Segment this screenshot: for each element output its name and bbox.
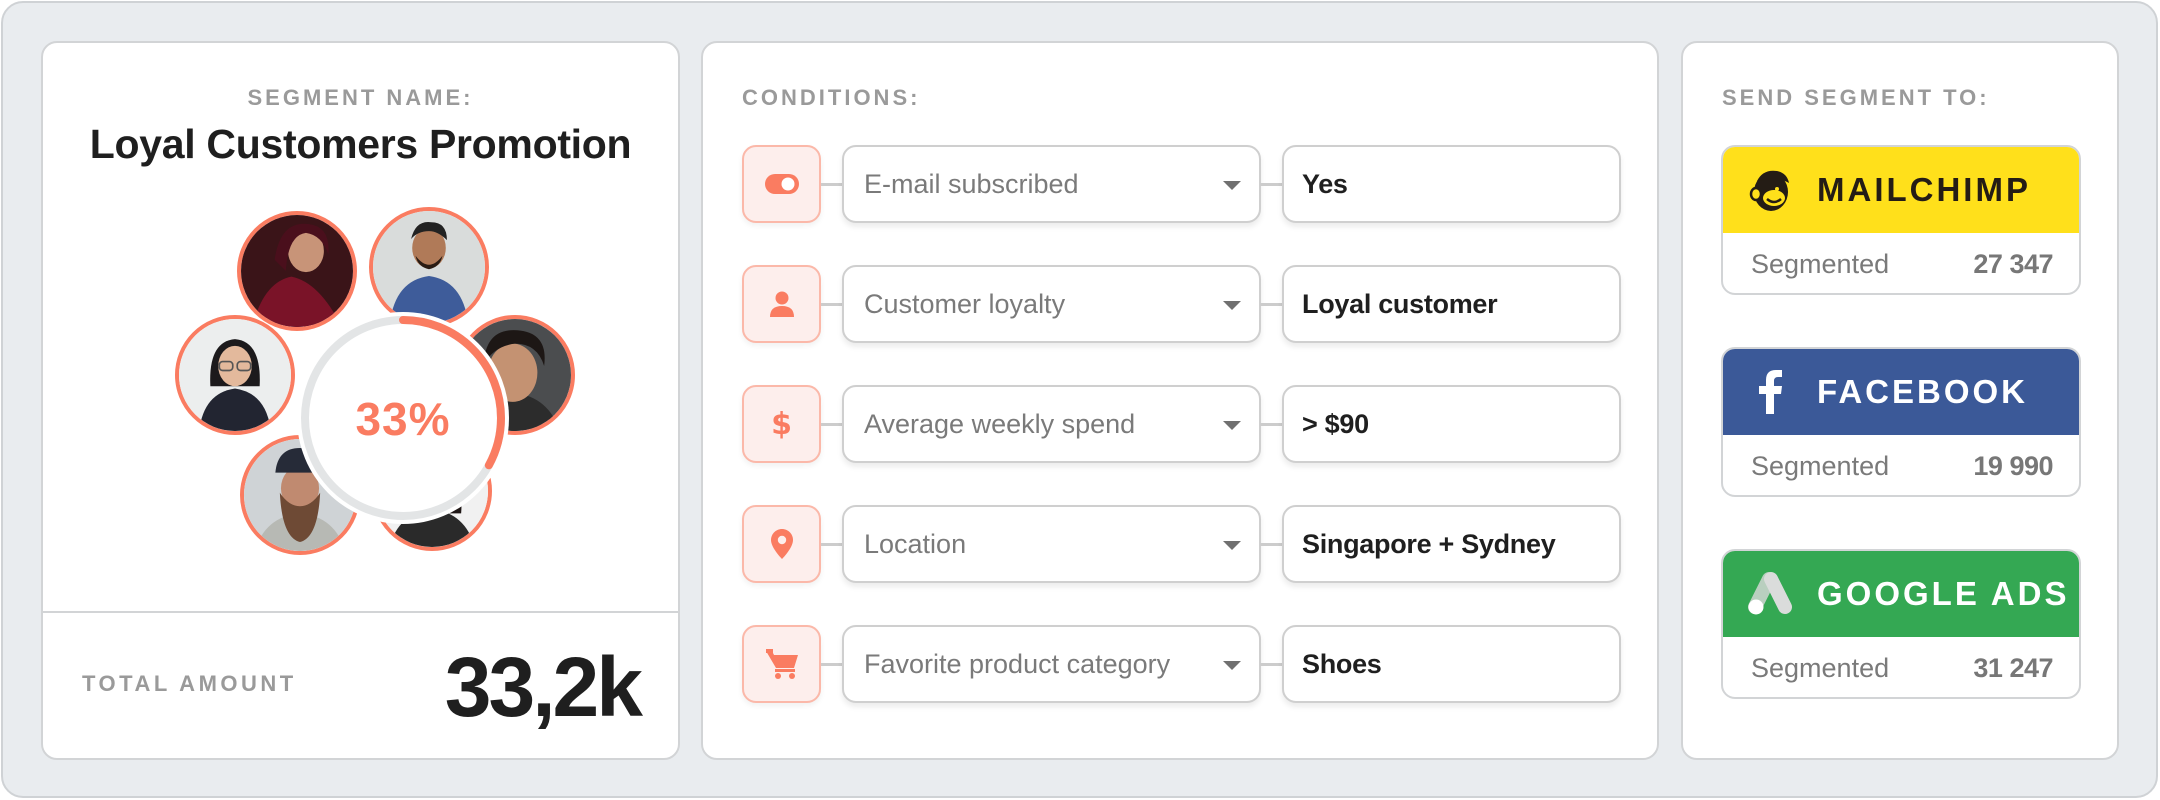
connector-line bbox=[1260, 183, 1282, 186]
send-segment-label: SEND SEGMENT TO: bbox=[1722, 85, 1990, 110]
destination-facebook[interactable]: FACEBOOK Segmented 19 990 bbox=[1721, 347, 2081, 497]
connector-line bbox=[821, 663, 842, 666]
destination-name: MAILCHIMP bbox=[1817, 171, 2031, 208]
destination-header: MAILCHIMP bbox=[1723, 147, 2079, 233]
toggle-icon bbox=[764, 174, 799, 194]
chevron-down-icon bbox=[1223, 301, 1241, 310]
connector-line bbox=[1260, 663, 1282, 666]
connector-line bbox=[821, 183, 842, 186]
condition-field-select[interactable]: Average weekly spend bbox=[842, 385, 1261, 463]
segmented-count: 31 247 bbox=[1973, 652, 2053, 683]
condition-type-button[interactable] bbox=[742, 265, 821, 343]
avatar bbox=[175, 315, 295, 435]
segmented-label: Segmented bbox=[1751, 248, 1890, 279]
dollar-icon: $ bbox=[771, 406, 792, 442]
facebook-logo-icon bbox=[1747, 368, 1795, 416]
chevron-down-icon bbox=[1223, 421, 1241, 430]
chevron-down-icon bbox=[1223, 541, 1241, 550]
conditions-label: CONDITIONS: bbox=[742, 85, 921, 110]
user-icon bbox=[769, 291, 794, 317]
condition-field-select[interactable]: Location bbox=[842, 505, 1261, 583]
condition-row: Customer loyalty Loyal customer bbox=[742, 265, 1622, 343]
total-amount-label: TOTAL AMOUNT bbox=[82, 671, 297, 696]
destination-header: GOOGLE ADS bbox=[1723, 551, 2079, 637]
destination-header: FACEBOOK bbox=[1723, 349, 2079, 435]
segmented-count: 27 347 bbox=[1973, 248, 2053, 279]
condition-field-label: Customer loyalty bbox=[864, 288, 1066, 319]
condition-value-input[interactable]: Shoes bbox=[1282, 625, 1621, 703]
condition-value-input[interactable]: Yes bbox=[1282, 145, 1621, 223]
segmented-label: Segmented bbox=[1751, 652, 1890, 683]
condition-type-button[interactable] bbox=[742, 145, 821, 223]
location-pin-icon bbox=[770, 529, 793, 559]
destination-footer: Segmented 27 347 bbox=[1723, 233, 2079, 293]
condition-type-button[interactable] bbox=[742, 625, 821, 703]
condition-row: Favorite product category Shoes bbox=[742, 625, 1622, 703]
divider bbox=[43, 611, 678, 613]
condition-value-input[interactable]: Singapore + Sydney bbox=[1282, 505, 1621, 583]
condition-row: Location Singapore + Sydney bbox=[742, 505, 1622, 583]
segment-card: SEGMENT NAME: Loyal Customers Promotion … bbox=[41, 41, 680, 760]
destination-name: GOOGLE ADS bbox=[1817, 575, 2070, 612]
condition-field-select[interactable]: Customer loyalty bbox=[842, 265, 1261, 343]
condition-row: E-mail subscribed Yes bbox=[742, 145, 1622, 223]
avatar bbox=[369, 207, 489, 327]
destination-footer: Segmented 31 247 bbox=[1723, 637, 2079, 697]
segmented-label: Segmented bbox=[1751, 450, 1890, 481]
total-amount-value: 33,2k bbox=[444, 640, 643, 734]
destination-mailchimp[interactable]: MAILCHIMP Segmented 27 347 bbox=[1721, 145, 2081, 295]
destination-name: FACEBOOK bbox=[1817, 373, 2029, 410]
audience-share-percent: 33% bbox=[355, 393, 451, 445]
chevron-down-icon bbox=[1223, 661, 1241, 670]
condition-row: $ Average weekly spend > $90 bbox=[742, 385, 1622, 463]
condition-field-select[interactable]: E-mail subscribed bbox=[842, 145, 1261, 223]
audience-share-ring: 33% bbox=[297, 312, 509, 524]
condition-type-button[interactable] bbox=[742, 505, 821, 583]
segment-name-label: SEGMENT NAME: bbox=[247, 85, 474, 110]
connector-line bbox=[1260, 543, 1282, 546]
mailchimp-logo-icon bbox=[1747, 166, 1795, 214]
condition-value-input[interactable]: Loyal customer bbox=[1282, 265, 1621, 343]
conditions-card: CONDITIONS: E-mail subscribed Yes Custom… bbox=[701, 41, 1659, 760]
connector-line bbox=[821, 303, 842, 306]
connector-line bbox=[1260, 423, 1282, 426]
condition-type-button[interactable]: $ bbox=[742, 385, 821, 463]
destination-google-ads[interactable]: GOOGLE ADS Segmented 31 247 bbox=[1721, 549, 2081, 699]
segmented-count: 19 990 bbox=[1973, 450, 2053, 481]
condition-value-input[interactable]: > $90 bbox=[1282, 385, 1621, 463]
google-ads-logo-icon bbox=[1747, 570, 1795, 618]
connector-line bbox=[821, 423, 842, 426]
condition-field-label: Favorite product category bbox=[864, 648, 1171, 679]
connector-line bbox=[821, 543, 842, 546]
condition-field-label: E-mail subscribed bbox=[864, 168, 1079, 199]
segment-title[interactable]: Loyal Customers Promotion bbox=[43, 121, 678, 168]
chevron-down-icon bbox=[1223, 181, 1241, 190]
connector-line bbox=[1260, 303, 1282, 306]
destinations-card: SEND SEGMENT TO: MAILCHIMP Segmented 27 … bbox=[1681, 41, 2119, 760]
shopping-cart-icon bbox=[765, 649, 798, 679]
condition-field-label: Average weekly spend bbox=[864, 408, 1136, 439]
condition-field-label: Location bbox=[864, 528, 967, 559]
destination-footer: Segmented 19 990 bbox=[1723, 435, 2079, 495]
condition-field-select[interactable]: Favorite product category bbox=[842, 625, 1261, 703]
